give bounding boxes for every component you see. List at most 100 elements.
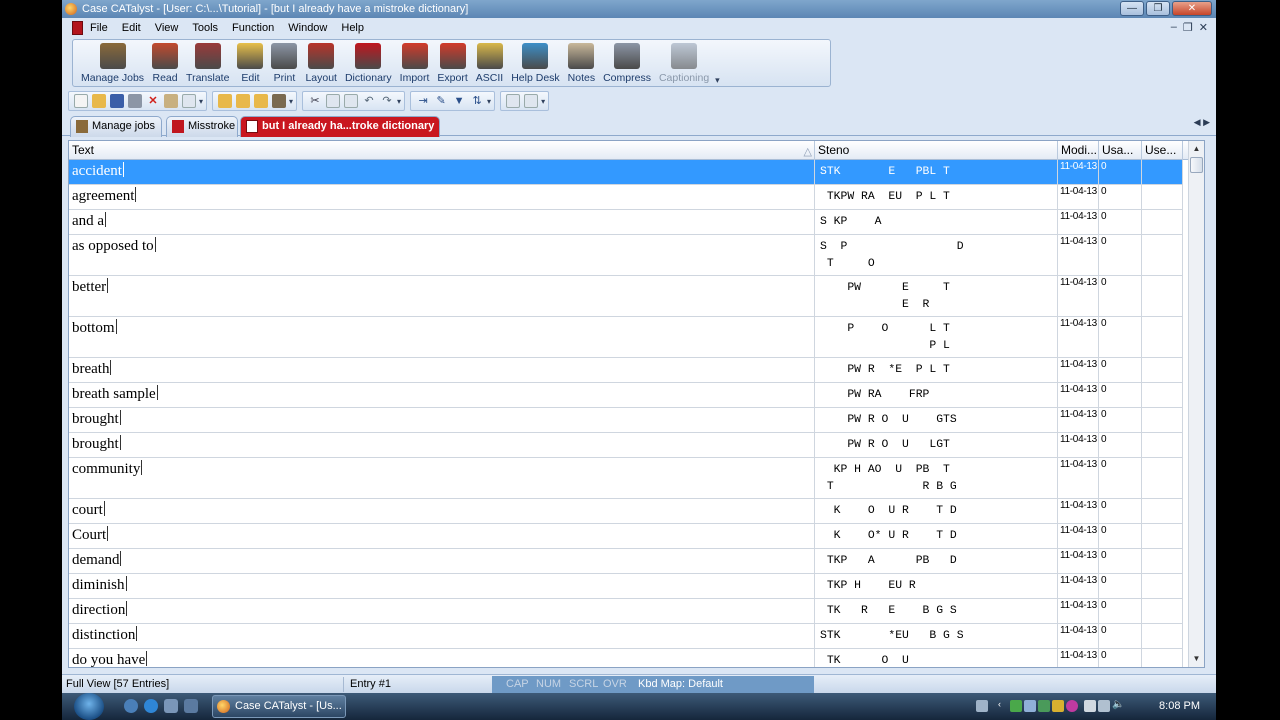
text-cell[interactable]: distinction <box>69 624 815 648</box>
text-cell[interactable]: demand <box>69 549 815 573</box>
action-center-icon[interactable] <box>1084 700 1096 712</box>
menu-window[interactable]: Window <box>288 22 327 34</box>
minimize-button[interactable]: — <box>1120 1 1144 16</box>
tab-mistroke-dictionary[interactable]: but I already ha...troke dictionary <box>240 116 440 137</box>
taskbar-item-case-catalyst[interactable]: Case CATalyst - [Us... <box>212 695 346 718</box>
read-button[interactable]: Read <box>152 40 179 86</box>
dictionary-button[interactable]: Dictionary <box>345 40 392 86</box>
switch-windows-icon[interactable] <box>184 699 198 713</box>
steno-cell[interactable]: TKP H EU R <box>815 574 1058 598</box>
table-row[interactable]: better PW E T E R 11-04-13 0 <box>69 276 1183 317</box>
table-row[interactable]: accident STK E PBL T 11-04-13 0 <box>69 160 1183 185</box>
steno-cell[interactable]: S P D T O <box>815 235 1058 275</box>
sort-icon[interactable]: ⇅ <box>470 94 484 108</box>
folder-up-icon[interactable] <box>218 94 233 108</box>
undo-icon[interactable]: ↶ <box>362 94 376 108</box>
folder-new-icon[interactable] <box>236 94 251 108</box>
text-cell[interactable]: diminish <box>69 574 815 598</box>
text-cell[interactable]: direction <box>69 599 815 623</box>
import-button[interactable]: Import <box>400 40 429 86</box>
internet-explorer-icon[interactable] <box>144 699 158 713</box>
paste-icon[interactable] <box>344 94 359 108</box>
archive-icon[interactable] <box>272 94 287 108</box>
toolbar-overflow-icon[interactable]: ▾ <box>541 97 545 106</box>
tab-scroll-arrows[interactable]: ◀ ▶ <box>1194 117 1210 128</box>
menu-file[interactable]: File <box>90 22 108 34</box>
menu-function[interactable]: Function <box>232 22 274 34</box>
text-cell[interactable]: court <box>69 499 815 523</box>
close-button[interactable]: ✕ <box>1172 1 1212 16</box>
maximize-button[interactable]: ❐ <box>1146 1 1170 16</box>
steno-cell[interactable]: TK R E B G S <box>815 599 1058 623</box>
steno-cell[interactable]: S KP A <box>815 210 1058 234</box>
table-row[interactable]: agreement TKPW RA EU P L T 11-04-13 0 <box>69 185 1183 210</box>
toolbar-overflow-icon[interactable]: ▾ <box>397 97 401 106</box>
text-cell[interactable]: better <box>69 276 815 316</box>
text-cell[interactable]: and a <box>69 210 815 234</box>
table-row[interactable]: breath sample PW RA FRP 11-04-13 0 <box>69 383 1183 408</box>
table-row[interactable]: direction TK R E B G S 11-04-13 0 <box>69 599 1183 624</box>
delete-icon[interactable]: ✕ <box>146 94 160 108</box>
compress-button[interactable]: Compress <box>603 40 651 86</box>
manage-jobs-button[interactable]: Manage Jobs <box>81 40 144 86</box>
preview-icon[interactable] <box>182 94 196 108</box>
steno-cell[interactable]: PW R O U LGT <box>815 433 1058 457</box>
tray-app-icon[interactable] <box>1038 700 1050 712</box>
table-row[interactable]: community KP H AO U PB T T R B G 11-04-13… <box>69 458 1183 499</box>
filter-icon[interactable]: ▼ <box>452 94 466 108</box>
tray-app-icon[interactable] <box>1024 700 1036 712</box>
tray-expand-icon[interactable]: ‹ <box>998 699 1010 711</box>
menu-edit[interactable]: Edit <box>122 22 141 34</box>
scroll-up-icon[interactable]: ▲ <box>1189 142 1204 156</box>
text-cell[interactable]: do you have <box>69 649 815 667</box>
open-folder-icon[interactable] <box>92 94 106 108</box>
column-header-steno[interactable]: Steno <box>815 141 1058 160</box>
tray-app-icon[interactable] <box>1066 700 1078 712</box>
translate-button[interactable]: Translate <box>186 40 229 86</box>
document-icon[interactable] <box>72 21 83 35</box>
toolbar-overflow-icon[interactable]: ▾ <box>289 97 293 106</box>
table-row[interactable]: diminish TKP H EU R 11-04-13 0 <box>69 574 1183 599</box>
save-icon[interactable] <box>110 94 124 108</box>
table-row[interactable]: do you have TK O U 11-04-13 0 <box>69 649 1183 667</box>
notes-button[interactable]: Notes <box>568 40 595 86</box>
text-cell[interactable]: breath sample <box>69 383 815 407</box>
table-row[interactable]: as opposed to S P D T O 11-04-13 0 <box>69 235 1183 276</box>
steno-cell[interactable]: PW RA FRP <box>815 383 1058 407</box>
window-cascade-icon[interactable] <box>524 94 539 108</box>
vertical-scrollbar[interactable]: ▲ ▼ <box>1188 141 1204 667</box>
steno-cell[interactable]: KP H AO U PB T T R B G <box>815 458 1058 498</box>
steno-cell[interactable]: PW R *E P L T <box>815 358 1058 382</box>
mdi-minimize-button[interactable]: – <box>1171 21 1177 34</box>
edit-button[interactable]: Edit <box>237 40 264 86</box>
show-desktop-icon[interactable] <box>164 699 178 713</box>
column-header-usage[interactable]: Usa... <box>1099 141 1142 160</box>
table-row[interactable]: bottom P O L T P L 11-04-13 0 <box>69 317 1183 358</box>
steno-cell[interactable]: PW E T E R <box>815 276 1058 316</box>
edit-entry-icon[interactable]: ✎ <box>434 94 448 108</box>
table-row[interactable]: court K O U R T D 11-04-13 0 <box>69 499 1183 524</box>
text-cell[interactable]: agreement <box>69 185 815 209</box>
text-cell[interactable]: as opposed to <box>69 235 815 275</box>
column-header-text[interactable]: Text △ <box>69 141 815 160</box>
menu-help[interactable]: Help <box>341 22 364 34</box>
table-row[interactable]: distinction STK *EU B G S 11-04-13 0 <box>69 624 1183 649</box>
toolbar-overflow-icon[interactable]: ▾ <box>199 97 203 106</box>
toolbar-overflow-icon[interactable]: ▾ <box>487 97 491 106</box>
text-cell[interactable]: Court <box>69 524 815 548</box>
start-button[interactable] <box>74 693 104 720</box>
redo-icon[interactable]: ↷ <box>380 94 394 108</box>
steno-cell[interactable]: K O* U R T D <box>815 524 1058 548</box>
cut-icon[interactable]: ✂ <box>308 94 322 108</box>
column-header-user[interactable]: Use... <box>1142 141 1183 160</box>
tab-manage-jobs[interactable]: Manage jobs <box>70 116 162 137</box>
properties-icon[interactable] <box>164 94 178 108</box>
scroll-down-icon[interactable]: ▼ <box>1189 652 1204 666</box>
table-row[interactable]: breath PW R *E P L T 11-04-13 0 <box>69 358 1183 383</box>
steno-cell[interactable]: TKP A PB D <box>815 549 1058 573</box>
print-small-icon[interactable] <box>128 94 142 108</box>
table-row[interactable]: demand TKP A PB D 11-04-13 0 <box>69 549 1183 574</box>
text-cell[interactable]: brought <box>69 408 815 432</box>
mdi-close-button[interactable]: ✕ <box>1199 21 1208 34</box>
export-button[interactable]: Export <box>437 40 468 86</box>
